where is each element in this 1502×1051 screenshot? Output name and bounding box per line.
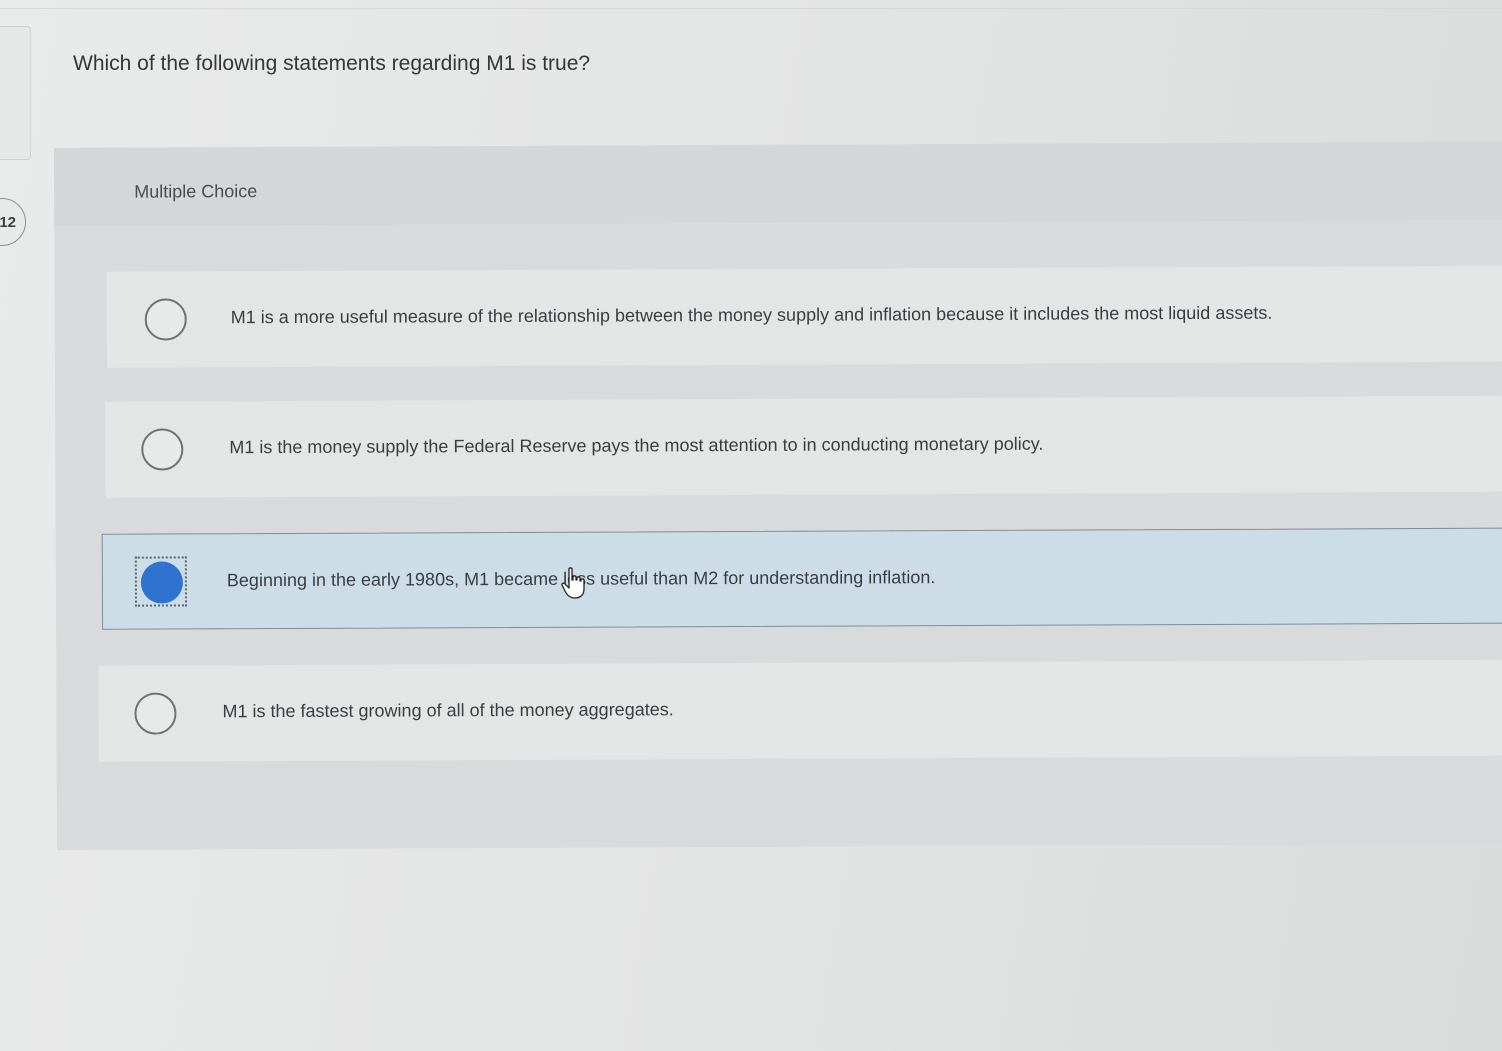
answer-option-1[interactable]: M1 is a more useful measure of the relat… — [106, 265, 1502, 368]
radio-filled-dot-icon — [140, 561, 183, 604]
multiple-choice-panel: Multiple Choice M1 is a more useful meas… — [54, 141, 1502, 850]
answer-option-text: M1 is a more useful measure of the relat… — [230, 302, 1273, 328]
multiple-choice-label: Multiple Choice — [134, 181, 258, 202]
panel-header: Multiple Choice — [54, 141, 1502, 226]
radio-button-checked[interactable] — [134, 556, 188, 607]
answer-option-2[interactable]: M1 is the money supply the Federal Reser… — [105, 395, 1502, 498]
radio-button-unchecked[interactable] — [141, 428, 184, 471]
radio-button-unchecked[interactable] — [134, 692, 177, 735]
side-tab[interactable] — [0, 26, 31, 160]
answer-option-3-selected[interactable]: Beginning in the early 1980s, M1 became … — [101, 527, 1502, 630]
answer-option-text: M1 is the money supply the Federal Reser… — [229, 433, 1044, 458]
answer-option-4[interactable]: M1 is the fastest growing of all of the … — [98, 659, 1502, 762]
question-number-badge[interactable]: 12 — [0, 198, 26, 246]
question-prompt: Which of the following statements regard… — [73, 52, 591, 75]
top-divider — [0, 8, 1502, 9]
answer-option-text: M1 is the fastest growing of all of the … — [222, 699, 674, 722]
radio-button-unchecked[interactable] — [144, 298, 187, 341]
hand-pointer-icon — [561, 567, 585, 599]
